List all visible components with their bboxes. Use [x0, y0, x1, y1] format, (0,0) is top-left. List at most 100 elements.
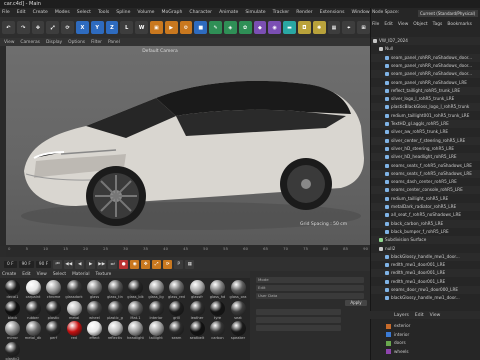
object-tree-row[interactable]: blackGlossy_handle_mw1_door... [371, 294, 480, 302]
go-to-start-icon[interactable]: ⏮ [53, 259, 63, 269]
menu-tools[interactable]: Tools [98, 10, 109, 15]
layers-menu-edit[interactable]: Edit [415, 313, 424, 318]
frame-current-field[interactable]: 90 F [18, 260, 34, 268]
object-tree-row[interactable]: seam_panel_rohRR_noShadows_door... [371, 53, 480, 62]
material-swatch[interactable]: glassfr [187, 280, 208, 300]
object-tree-row[interactable]: Subdivision Surface [371, 236, 480, 245]
material-swatch[interactable]: Mat.1 [125, 300, 146, 321]
material-swatch[interactable]: carpaint [23, 280, 44, 300]
menu-mograph[interactable]: MoGraph [162, 10, 183, 15]
menu-window[interactable]: Window [352, 10, 370, 15]
light-icon[interactable]: ✺ [312, 21, 326, 34]
material-swatch[interactable]: grill [166, 300, 187, 321]
play-back-icon[interactable]: ◀ [75, 259, 85, 269]
object-tree-row[interactable]: seams_seats_f_rohR5_noShadows_LRE [371, 162, 480, 170]
object-tree-row[interactable]: redium_taillight_rohR5_LRE [371, 195, 480, 203]
menu-animate[interactable]: Animate [219, 10, 238, 15]
object-tree-row[interactable]: silver_logo_l_rohR5_trunk_LRE [371, 95, 480, 103]
menu-edit[interactable]: Edit [17, 10, 26, 15]
object-tree-row[interactable]: seams_seats_f_rohR5_noShadows_LRE [371, 169, 480, 178]
material-swatch[interactable]: seat [228, 300, 249, 321]
material-swatch[interactable]: glassdark [64, 280, 85, 300]
frame-end-field[interactable]: 90 F [35, 260, 52, 268]
viewport-menu-options[interactable]: Options [68, 40, 85, 45]
menu-create[interactable]: Create [33, 10, 48, 15]
menu-spline[interactable]: Spline [116, 10, 130, 15]
object-tree-row[interactable]: silver_center_f_steering_rohR5_LRE [371, 136, 480, 145]
render-settings-icon[interactable]: ⚙ [179, 21, 193, 34]
spline-pen-icon[interactable]: ✎ [209, 21, 222, 34]
object-tree-row[interactable]: redlth_mw1_door001_LRE [371, 269, 480, 278]
object-tree-row[interactable]: seams_door_mw1_door000_LRE [371, 286, 480, 294]
material-swatch[interactable]: glass_tin [105, 280, 126, 300]
object-tree-row[interactable]: redium_taillight001_rohR5_trunk_LRE [371, 112, 480, 120]
menu-extensions[interactable]: Extensions [320, 10, 345, 15]
layer-color-swatch[interactable] [386, 323, 391, 329]
object-tree-row[interactable]: Null [371, 45, 480, 53]
object-tree-row[interactable]: null2 [371, 245, 480, 253]
redo-icon[interactable]: ↷ [16, 21, 30, 34]
grid-icon[interactable]: ▦ [327, 21, 341, 34]
mat-menu-view[interactable]: View [37, 272, 47, 277]
viewport-menu-panel[interactable]: Panel [108, 40, 120, 45]
menu-render[interactable]: Render [296, 10, 312, 15]
cloner-icon[interactable]: ✿ [238, 21, 252, 34]
material-swatch[interactable]: glass_blk [125, 280, 146, 300]
material-swatch[interactable]: carbon [207, 321, 228, 341]
local-coords-button[interactable]: L [120, 21, 134, 34]
material-swatch[interactable]: glass_red [166, 280, 187, 300]
attr-userdata-row[interactable]: User Data [256, 293, 364, 299]
material-swatch[interactable]: metal_dk [23, 321, 44, 341]
object-tree-row[interactable]: redlth_mw1_door001_LRE [371, 261, 480, 269]
material-swatch[interactable]: interior [146, 300, 167, 321]
material-swatch[interactable]: perf [43, 321, 64, 341]
key-scale-icon[interactable]: ⤢ [152, 259, 162, 269]
key-pos-icon[interactable]: ✥ [141, 259, 151, 269]
attr-field[interactable] [256, 309, 341, 315]
material-swatch[interactable]: mirror [2, 321, 23, 341]
subdivision-icon[interactable]: ◈ [223, 21, 237, 34]
obj-menu-object[interactable]: Object [413, 22, 427, 27]
viewport-menu-cameras[interactable]: Cameras [20, 40, 40, 45]
object-tree-row[interactable]: seam_panel_rohRR_noShadows_LRE [371, 79, 480, 87]
material-swatch[interactable]: decal1 [2, 280, 23, 300]
material-swatch[interactable]: black [2, 300, 23, 321]
menu-tracker[interactable]: Tracker [273, 10, 290, 15]
object-tree-row[interactable]: blackGlossy_handle_mw1_door... [371, 252, 480, 261]
node-space-select[interactable]: Current (Standard/Physical) [418, 10, 478, 17]
rotate-icon[interactable]: ⟳ [61, 21, 74, 34]
menu-character[interactable]: Character [189, 10, 212, 15]
obj-menu-view[interactable]: View [398, 22, 408, 27]
floor-icon[interactable]: ▬ [283, 21, 296, 34]
key-param-icon[interactable]: P [174, 259, 184, 269]
mat-menu-select[interactable]: Select [53, 272, 66, 277]
obj-menu-tags[interactable]: Tags [433, 22, 443, 27]
material-swatch[interactable]: metal [64, 300, 85, 321]
object-tree-row[interactable]: all_seat_f_rohR5_noShadows_LRE [371, 211, 480, 219]
workplane-icon[interactable]: ⊞ [357, 21, 370, 34]
axis-x-button[interactable]: X [75, 21, 89, 34]
material-swatch[interactable]: glass_lig [146, 280, 167, 300]
object-tree-row[interactable]: VW_ID7_2024 [371, 37, 480, 45]
render-picture-icon[interactable]: ▶ [164, 21, 178, 34]
deformer-icon[interactable]: ◆ [253, 21, 267, 34]
key-rot-icon[interactable]: ⟳ [163, 259, 173, 269]
material-swatch[interactable]: seatbelt [187, 321, 208, 341]
layer-color-swatch[interactable] [386, 349, 391, 354]
material-swatch[interactable]: chrome [43, 280, 64, 300]
mat-menu-material[interactable]: Material [72, 272, 89, 277]
object-tree-row[interactable]: redlth_mw1_door001_LRE [371, 278, 480, 286]
material-swatch[interactable]: plastic2 [2, 341, 23, 360]
material-swatch[interactable]: effect [84, 321, 105, 341]
go-to-end-icon[interactable]: ⏭ [108, 259, 118, 269]
axis-y-button[interactable]: Y [90, 21, 104, 34]
layer-row[interactable]: wheels [386, 348, 476, 356]
material-swatch[interactable]: glass [84, 280, 105, 300]
layer-row[interactable]: interior [386, 331, 476, 339]
material-swatch[interactable]: headlight [125, 321, 146, 341]
3d-viewport[interactable] [6, 46, 370, 245]
mat-menu-edit[interactable]: Edit [22, 272, 30, 277]
world-coords-button[interactable]: W [135, 21, 148, 34]
obj-menu-bookmarks[interactable]: Bookmarks [447, 22, 472, 27]
attr-mode-row[interactable]: Mode [256, 277, 364, 283]
